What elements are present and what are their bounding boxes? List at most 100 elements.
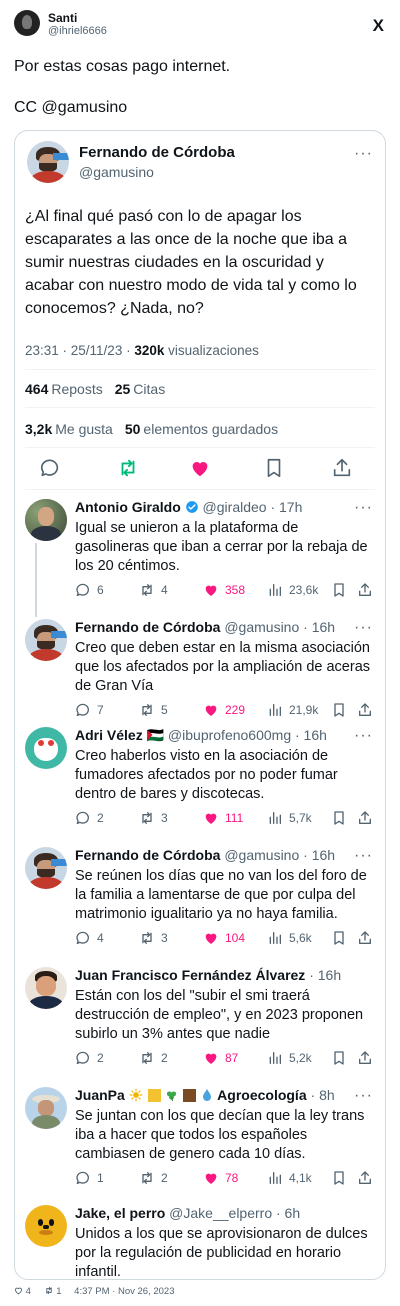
bookmark-button[interactable] xyxy=(331,581,347,599)
avatar[interactable] xyxy=(25,499,67,541)
bookmarks-label[interactable]: elementos guardados xyxy=(143,421,278,437)
author-name[interactable]: Jake, el perro xyxy=(75,1205,165,1221)
author-name[interactable]: JuanPa xyxy=(75,1087,125,1103)
repost-icon[interactable] xyxy=(117,457,139,479)
reply-button[interactable]: 7 xyxy=(75,701,104,719)
quotes-count[interactable]: 25 xyxy=(115,381,131,397)
bookmark-button[interactable] xyxy=(331,1049,347,1067)
author-name[interactable]: Fernando de Córdoba xyxy=(75,619,220,635)
avatar[interactable] xyxy=(25,847,67,889)
share-button[interactable] xyxy=(357,809,373,827)
reply-button[interactable]: 4 xyxy=(75,929,104,947)
reply-time[interactable]: · 16h xyxy=(303,619,335,635)
more-options-icon[interactable]: ··· xyxy=(354,848,373,864)
reposts-label[interactable]: Reposts xyxy=(51,381,102,397)
reply-time[interactable]: · 16h xyxy=(303,847,335,863)
avatar[interactable] xyxy=(14,10,40,36)
footer-timestamp[interactable]: 4:37 PM · Nov 26, 2023 xyxy=(74,1286,174,1297)
share-button[interactable] xyxy=(357,929,373,947)
author-handle[interactable]: @giraldeo xyxy=(203,499,267,515)
likes-label[interactable]: Me gusta xyxy=(55,421,113,437)
avatar[interactable] xyxy=(25,1087,67,1129)
reply-icon[interactable] xyxy=(39,457,61,479)
reply-button[interactable]: 2 xyxy=(75,1049,104,1067)
author-handle[interactable]: @ibuprofeno600mg xyxy=(168,727,291,743)
author-name[interactable]: Antonio Giraldo xyxy=(75,499,181,515)
reply-tweet[interactable]: Jake, el perro @Jake__elperro · 6h Unido… xyxy=(25,1205,377,1280)
repost-button[interactable]: 2 xyxy=(139,1049,168,1067)
author-handle[interactable]: @Jake__elperro xyxy=(169,1205,272,1221)
reply-time[interactable]: · 16h xyxy=(295,727,327,743)
reply-tweet[interactable]: JuanPa Agroecología · 8h ··· Se juntan c… xyxy=(25,1087,377,1191)
author-handle[interactable]: @gamusino xyxy=(224,619,299,635)
avatar[interactable] xyxy=(27,141,69,183)
like-icon[interactable] xyxy=(189,457,211,479)
repost-button[interactable]: 3 xyxy=(139,929,168,947)
bookmark-button[interactable] xyxy=(331,929,347,947)
avatar[interactable] xyxy=(25,967,67,1009)
like-button[interactable]: 104 xyxy=(203,929,245,947)
reply-button[interactable]: 2 xyxy=(75,809,104,827)
bookmarks-count[interactable]: 50 xyxy=(125,421,141,437)
share-button[interactable] xyxy=(357,701,373,719)
author-name-suffix[interactable]: Agroecología xyxy=(217,1087,306,1103)
avatar[interactable] xyxy=(25,619,67,661)
author-handle[interactable]: @gamusino xyxy=(224,847,299,863)
more-options-icon[interactable]: ··· xyxy=(354,620,373,636)
repost-button[interactable]: 5 xyxy=(139,701,168,719)
repost-button[interactable]: 3 xyxy=(139,809,168,827)
reply-time[interactable]: · 17h xyxy=(270,499,302,515)
views-button[interactable]: 23,6k xyxy=(267,581,318,599)
views-button[interactable]: 5,7k xyxy=(267,809,312,827)
more-options-icon[interactable]: ··· xyxy=(354,728,373,744)
share-button[interactable] xyxy=(357,1049,373,1067)
repost-button[interactable]: 4 xyxy=(139,581,168,599)
more-options-icon[interactable]: ··· xyxy=(354,146,373,162)
views-button[interactable]: 5,6k xyxy=(267,929,312,947)
share-icon[interactable] xyxy=(331,457,353,479)
like-footer[interactable]: 4 xyxy=(14,1286,36,1297)
like-button[interactable]: 358 xyxy=(203,581,245,599)
author-name[interactable]: Juan Francisco Fernández Álvarez xyxy=(75,967,305,983)
bookmark-button[interactable] xyxy=(331,701,347,719)
bookmark-icon[interactable] xyxy=(263,457,285,479)
like-button[interactable]: 78 xyxy=(203,1169,238,1187)
repost-button[interactable]: 2 xyxy=(139,1169,168,1187)
author-handle[interactable]: @ihriel6666 xyxy=(48,25,107,37)
x-logo-icon[interactable]: X xyxy=(373,16,384,36)
reply-button[interactable]: 6 xyxy=(75,581,104,599)
views-button[interactable]: 5,2k xyxy=(267,1049,312,1067)
reply-tweet[interactable]: Adri Vélez 🇵🇸 @ibuprofeno600mg · 16h ···… xyxy=(25,727,377,831)
reply-time[interactable]: · 6h xyxy=(276,1205,300,1221)
reposts-count[interactable]: 464 xyxy=(25,381,48,397)
views-button[interactable]: 4,1k xyxy=(267,1169,312,1187)
reply-time[interactable]: · 8h xyxy=(311,1087,335,1103)
timestamp[interactable]: 23:31 · 25/11/23 · xyxy=(25,343,134,358)
like-button[interactable]: 229 xyxy=(203,701,245,719)
views-button[interactable]: 21,9k xyxy=(267,701,318,719)
reply-tweet[interactable]: Fernando de Córdoba @gamusino · 16h ··· … xyxy=(25,619,377,723)
bookmark-button[interactable] xyxy=(331,1169,347,1187)
reply-tweet[interactable]: Juan Francisco Fernández Álvarez · 16h E… xyxy=(25,967,377,1071)
reply-time[interactable]: · 16h xyxy=(309,967,341,983)
reply-tweet[interactable]: Antonio Giraldo @giraldeo · 17h ··· Igua… xyxy=(25,499,377,603)
retweet-footer[interactable]: 1 xyxy=(44,1286,67,1297)
more-options-icon[interactable]: ··· xyxy=(354,500,373,516)
author-name[interactable]: Adri Vélez xyxy=(75,727,143,743)
reply-tweet[interactable]: Fernando de Córdoba @gamusino · 16h ··· … xyxy=(25,847,377,951)
author-name[interactable]: Fernando de Córdoba xyxy=(75,847,220,863)
quoted-thread-card[interactable]: Fernando de Córdoba @gamusino ··· ¿Al fi… xyxy=(14,130,386,1280)
avatar[interactable] xyxy=(25,1205,67,1247)
quotes-label[interactable]: Citas xyxy=(133,381,165,397)
likes-count[interactable]: 3,2k xyxy=(25,421,52,437)
author-name[interactable]: Santi xyxy=(48,11,77,25)
avatar[interactable] xyxy=(25,727,67,769)
bookmark-button[interactable] xyxy=(331,809,347,827)
share-button[interactable] xyxy=(357,1169,373,1187)
like-button[interactable]: 87 xyxy=(203,1049,238,1067)
like-button[interactable]: 111 xyxy=(203,809,243,827)
more-options-icon[interactable]: ··· xyxy=(354,1088,373,1104)
share-button[interactable] xyxy=(357,581,373,599)
author-handle[interactable]: @gamusino xyxy=(79,164,154,180)
reply-button[interactable]: 1 xyxy=(75,1169,104,1187)
